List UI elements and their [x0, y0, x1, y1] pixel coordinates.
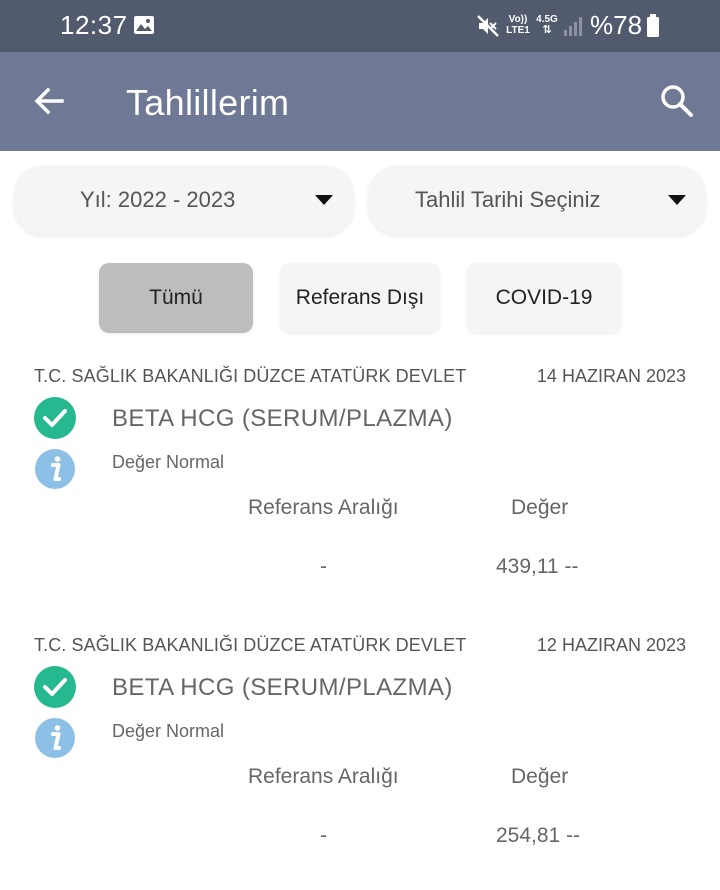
value-header: Değer — [511, 496, 569, 519]
status-bar: 12:37 Vo)) LTE1 4.5G ⇅ %78 — [0, 0, 720, 52]
info-icon[interactable] — [34, 717, 76, 759]
year-dropdown-label: Yıl: 2022 - 2023 — [80, 187, 236, 212]
signal-icon — [564, 17, 582, 36]
result-value: 254,81 -- — [496, 824, 581, 847]
result-date: 14 HAZIRAN 2023 — [536, 366, 686, 386]
value-header: Değer — [511, 765, 569, 788]
result-status: Değer Normal — [112, 721, 225, 741]
result-value: 439,11 -- — [496, 555, 579, 578]
result-item[interactable]: T.C. SAĞLIK BAKANLIĞI DÜZCE ATATÜRK DEVL… — [0, 362, 720, 622]
caret-down-icon — [315, 195, 333, 205]
search-icon[interactable] — [658, 82, 696, 120]
filter-out-of-reference-button[interactable]: Referans Dışı — [280, 263, 440, 333]
date-dropdown[interactable]: Tahlil Tarihi Seçiniz — [368, 165, 706, 235]
reference-range-value: - — [320, 824, 327, 847]
result-date: 12 HAZIRAN 2023 — [536, 635, 686, 655]
battery-icon — [647, 14, 659, 37]
institution-name: T.C. SAĞLIK BAKANLIĞI DÜZCE ATATÜRK DEVL… — [34, 366, 467, 386]
check-circle-icon — [34, 397, 76, 439]
caret-down-icon — [668, 195, 686, 205]
filter-all-button[interactable]: Tümü — [99, 263, 253, 333]
institution-name: T.C. SAĞLIK BAKANLIĞI DÜZCE ATATÜRK DEVL… — [34, 635, 467, 655]
volte-icon: Vo)) LTE1 — [504, 14, 532, 40]
battery-percent: %78 — [590, 10, 643, 40]
test-name: BETA HCG (SERUM/PLAZMA) — [112, 674, 453, 701]
date-dropdown-label: Tahlil Tarihi Seçiniz — [415, 187, 601, 212]
mute-icon — [477, 15, 499, 37]
check-circle-icon — [34, 666, 76, 708]
year-dropdown[interactable]: Yıl: 2022 - 2023 — [14, 165, 354, 235]
reference-range-value: - — [320, 555, 327, 578]
result-status: Değer Normal — [112, 452, 225, 472]
app-bar: Tahlillerim — [0, 52, 720, 151]
gallery-icon — [134, 16, 154, 34]
info-icon[interactable] — [34, 448, 76, 490]
network-type-icon: 4.5G ⇅ — [536, 14, 558, 36]
volte-label: Vo)) LTE1 — [506, 14, 530, 36]
page-title: Tahlillerim — [126, 82, 290, 123]
back-arrow-icon[interactable] — [30, 82, 68, 120]
status-time: 12:37 — [60, 10, 128, 40]
reference-range-header: Referans Aralığı — [248, 496, 399, 519]
result-item[interactable]: T.C. SAĞLIK BAKANLIĞI DÜZCE ATATÜRK DEVL… — [0, 631, 720, 890]
filter-covid-button[interactable]: COVID-19 — [467, 263, 621, 333]
test-name: BETA HCG (SERUM/PLAZMA) — [112, 405, 453, 432]
reference-range-header: Referans Aralığı — [248, 765, 399, 788]
